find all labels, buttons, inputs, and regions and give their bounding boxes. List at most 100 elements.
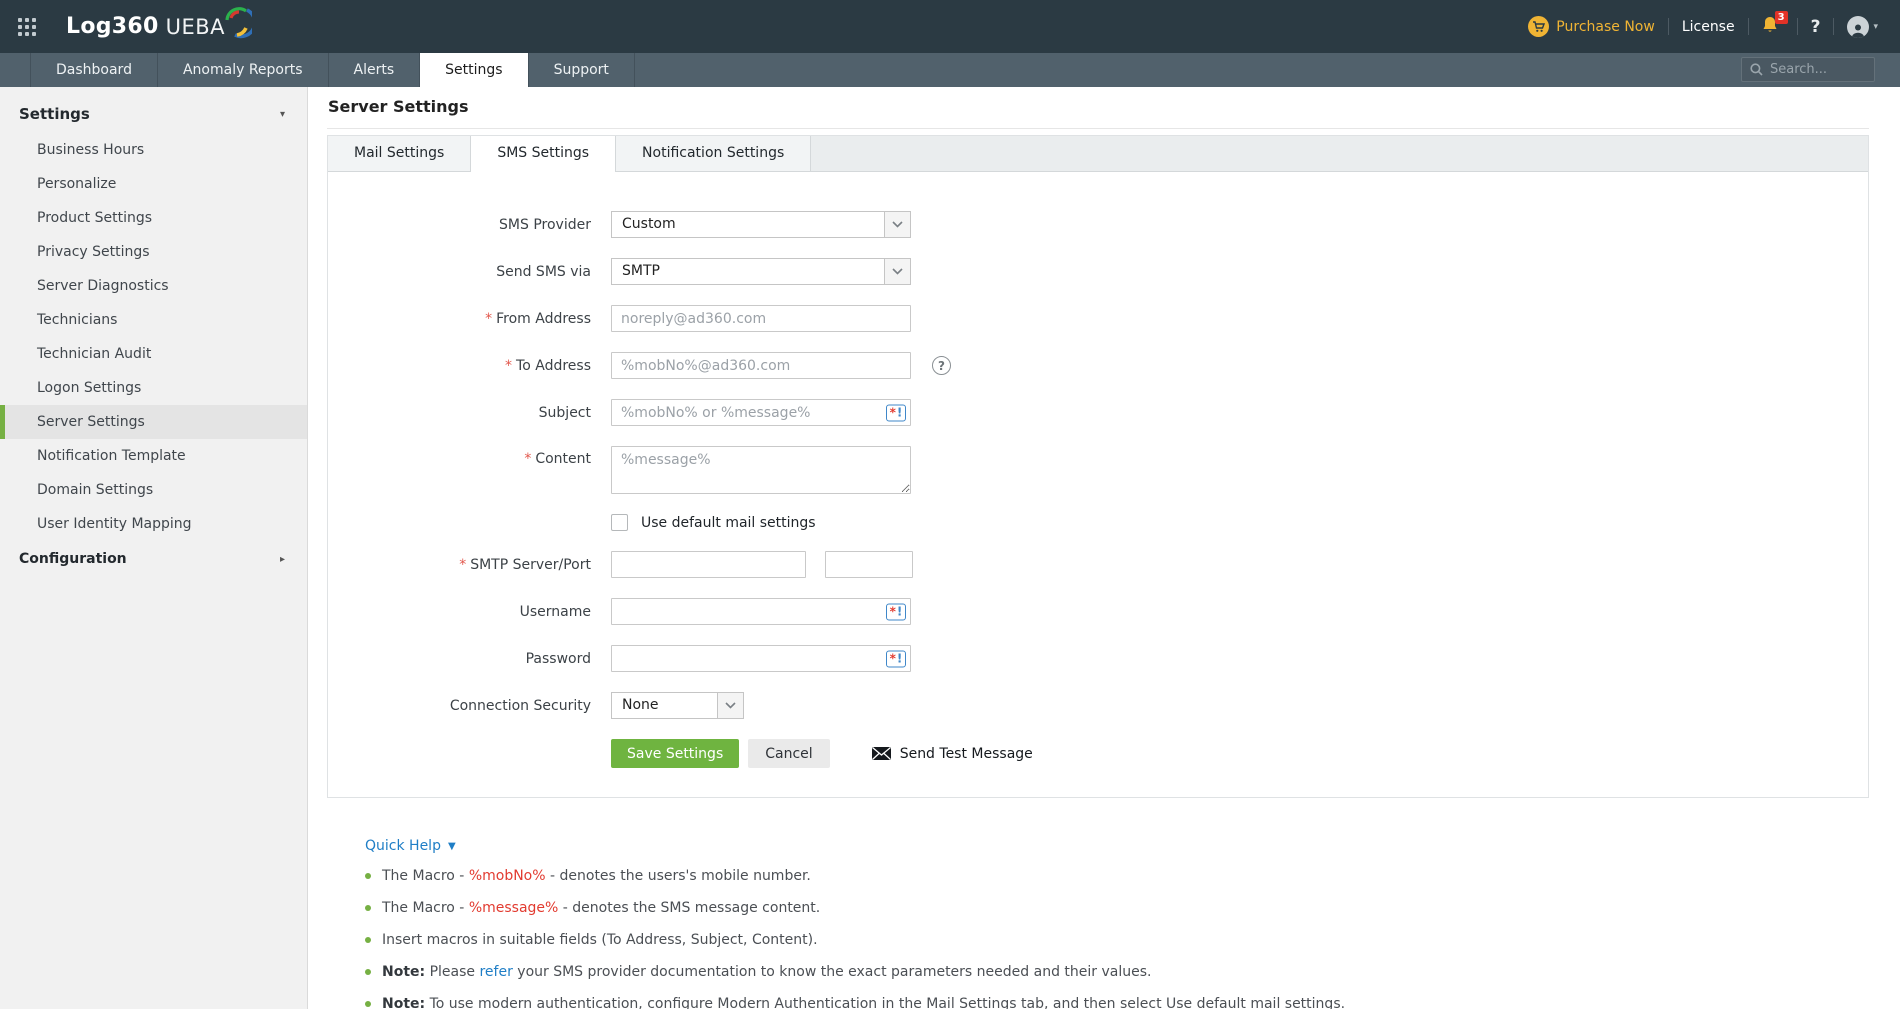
title-divider: [327, 128, 1869, 129]
bullet-text: your SMS provider documentation to know …: [512, 964, 1152, 980]
quick-help-section: Quick Help ▼ The Macro - %mobNo% - denot…: [365, 835, 1869, 1009]
send-sms-via-select[interactable]: SMTP: [611, 258, 911, 285]
quick-help-bullet: Note: To use modern authentication, conf…: [365, 990, 1869, 1009]
help-button[interactable]: ?: [1811, 17, 1821, 37]
nav-tab-dashboard[interactable]: Dashboard: [30, 53, 158, 87]
search-input[interactable]: Search...: [1741, 57, 1875, 82]
notifications-bell-icon[interactable]: 3: [1762, 10, 1788, 38]
send-sms-via-label: Send SMS via: [496, 263, 591, 280]
quick-help-bullet: Insert macros in suitable fields (To Add…: [365, 926, 1869, 954]
apps-grid-icon[interactable]: [18, 17, 36, 36]
sms-provider-value: Custom: [622, 216, 676, 232]
tab-mail-settings[interactable]: Mail Settings: [328, 136, 472, 171]
sidebar-item-personalize[interactable]: Personalize: [0, 167, 307, 201]
send-sms-via-value: SMTP: [622, 263, 660, 279]
settings-sidebar: Settings ▾ Business Hours Personalize Prod…: [0, 87, 308, 1009]
use-default-mail-label: Use default mail settings: [641, 514, 816, 531]
sidebar-item-business-hours[interactable]: Business Hours: [0, 133, 307, 167]
quick-help-list: The Macro - %mobNo% - denotes the users'…: [365, 862, 1869, 1009]
bullet-dot-icon: [365, 1001, 371, 1007]
header-divider: [1747, 18, 1749, 35]
sms-provider-select[interactable]: Custom: [611, 211, 911, 238]
subject-input[interactable]: [611, 399, 911, 426]
envelope-icon: [871, 747, 891, 760]
refer-link[interactable]: refer: [479, 964, 512, 980]
macro-picker-icon[interactable]: *!: [886, 404, 906, 421]
sidebar-header-settings[interactable]: Settings ▾: [0, 87, 307, 133]
sidebar-item-technicians[interactable]: Technicians: [0, 303, 307, 337]
bullet-text: Note:: [382, 996, 426, 1009]
sidebar-item-logon-settings[interactable]: Logon Settings: [0, 371, 307, 405]
to-address-input[interactable]: [611, 352, 911, 379]
sms-settings-form: SMS Provider Custom Send SMS via SMTP * …: [328, 172, 1868, 768]
nav-tab-settings[interactable]: Settings: [420, 53, 529, 87]
to-address-help-icon[interactable]: ?: [932, 356, 951, 375]
sidebar-footer-label: Configuration: [19, 551, 127, 567]
bullet-text: - denotes the SMS message content.: [558, 900, 821, 916]
tab-notification-settings[interactable]: Notification Settings: [616, 136, 812, 171]
header-divider: [1667, 18, 1669, 35]
smtp-server-port-label: SMTP Server/Port: [470, 556, 591, 573]
license-link[interactable]: License: [1682, 19, 1735, 35]
macro-picker-icon[interactable]: *!: [886, 603, 906, 620]
user-menu[interactable]: ▾: [1847, 15, 1878, 38]
sidebar-item-privacy-settings[interactable]: Privacy Settings: [0, 235, 307, 269]
bullet-dot-icon: [365, 937, 371, 943]
save-settings-button[interactable]: Save Settings: [611, 739, 740, 768]
sidebar-item-server-diagnostics[interactable]: Server Diagnostics: [0, 269, 307, 303]
sidebar-item-domain-settings[interactable]: Domain Settings: [0, 473, 307, 507]
page-title: Server Settings: [328, 97, 469, 116]
quick-help-toggle[interactable]: Quick Help ▼: [365, 838, 456, 854]
search-icon: [1750, 63, 1763, 76]
smtp-port-input[interactable]: [825, 551, 913, 578]
required-asterisk: *: [485, 310, 493, 327]
content-textarea[interactable]: [611, 446, 911, 494]
header-actions: Purchase Now License 3 ? ▾: [1528, 10, 1878, 38]
sidebar-item-server-settings[interactable]: Server Settings: [0, 405, 307, 439]
server-settings-panel: Mail Settings SMS Settings Notification Se…: [327, 135, 1869, 798]
sidebar-items: Business Hours Personalize Product Setting…: [0, 133, 307, 541]
chevron-down-icon: [884, 259, 910, 284]
macro-picker-icon[interactable]: *!: [886, 650, 906, 667]
required-asterisk: *: [459, 556, 467, 573]
nav-tab-anomaly-reports[interactable]: Anomaly Reports: [158, 53, 329, 87]
chevron-down-icon: ▾: [279, 108, 285, 120]
connection-security-value: None: [622, 697, 659, 713]
nav-tab-alerts[interactable]: Alerts: [329, 53, 421, 87]
sidebar-item-notification-template[interactable]: Notification Template: [0, 439, 307, 473]
bullet-text: %message%: [468, 900, 559, 916]
connection-security-label: Connection Security: [449, 697, 591, 714]
app-header: Log360 UEBA Purchase Now License 3 ? ▾: [0, 0, 1900, 53]
sidebar-item-product-settings[interactable]: Product Settings: [0, 201, 307, 235]
quick-help-bullet: The Macro - %mobNo% - denotes the users'…: [365, 862, 1869, 890]
bullet-text: %mobNo%: [468, 868, 546, 884]
from-address-input[interactable]: [611, 305, 911, 332]
header-divider: [1833, 18, 1835, 35]
purchase-now-button[interactable]: Purchase Now: [1528, 16, 1655, 37]
bullet-text: The Macro -: [382, 868, 469, 884]
send-test-message-link[interactable]: Send Test Message: [871, 746, 1033, 762]
smtp-server-input[interactable]: [611, 551, 806, 578]
app-logo: Log360 UEBA: [66, 6, 253, 39]
cancel-button[interactable]: Cancel: [748, 739, 830, 768]
bullet-text: Insert macros in suitable fields (To Add…: [382, 932, 818, 948]
bullet-text: To use modern authentication, configure …: [425, 996, 1346, 1009]
chevron-down-icon: [717, 693, 743, 718]
user-avatar-icon: [1847, 15, 1870, 38]
bullet-text: Note:: [382, 964, 426, 980]
sidebar-item-technician-audit[interactable]: Technician Audit: [0, 337, 307, 371]
sidebar-header-configuration[interactable]: Configuration ▸: [0, 551, 307, 567]
quick-help-label: Quick Help: [365, 838, 441, 854]
username-input[interactable]: [611, 598, 911, 625]
purchase-now-label: Purchase Now: [1556, 18, 1655, 35]
use-default-mail-checkbox[interactable]: [611, 514, 628, 531]
tab-sms-settings[interactable]: SMS Settings: [471, 136, 617, 172]
password-input[interactable]: [611, 645, 911, 672]
sidebar-item-user-identity-mapping[interactable]: User Identity Mapping: [0, 507, 307, 541]
content-label: Content: [535, 451, 591, 467]
nav-tab-support[interactable]: Support: [529, 53, 635, 87]
password-label: Password: [525, 650, 591, 667]
server-settings-tabs: Mail Settings SMS Settings Notification Se…: [328, 136, 1868, 172]
connection-security-select[interactable]: None: [611, 692, 744, 719]
logo-text-secondary: UEBA: [165, 14, 226, 39]
